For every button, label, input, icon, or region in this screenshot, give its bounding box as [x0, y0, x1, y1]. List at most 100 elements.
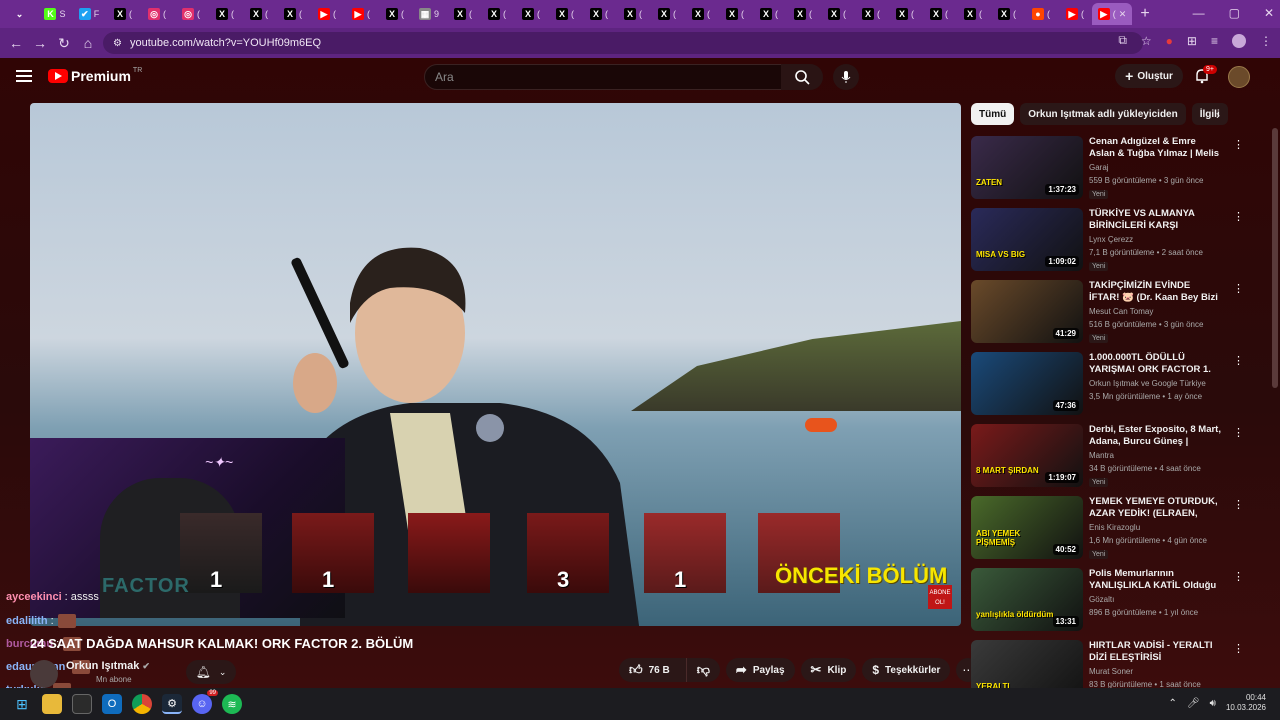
browser-tab[interactable]: ▦ 9 [412, 3, 446, 25]
steam-icon[interactable]: ⚙ [162, 694, 182, 714]
browser-tab[interactable]: X( [276, 3, 310, 25]
browser-tab[interactable]: ◎( [174, 3, 208, 25]
voice-search-button[interactable] [833, 64, 859, 90]
close-window-icon[interactable]: ✕ [1264, 6, 1274, 20]
browser-tab[interactable]: ▶( [310, 3, 344, 25]
filter-chip[interactable]: Orkun Işıtmak adlı yükleyiciden [1020, 103, 1186, 125]
browser-tab[interactable]: X( [582, 3, 616, 25]
browser-tab[interactable]: KS [38, 3, 72, 25]
recommended-title[interactable]: HIRTLAR VADİSİ - YERALTI DİZİ ELEŞTİRİSİ [1089, 640, 1221, 664]
menu-icon[interactable] [16, 70, 32, 82]
bookmark-star-icon[interactable]: ☆ [1141, 34, 1152, 48]
browser-tab[interactable]: X( [616, 3, 650, 25]
browser-tab[interactable]: X( [378, 3, 412, 25]
browser-tab[interactable]: ⌄ [4, 3, 38, 25]
browser-tab[interactable]: X( [922, 3, 956, 25]
address-bar[interactable]: ⚙ youtube.com/watch?v=YOUHf09m6EQ [103, 32, 1143, 54]
forward-icon[interactable]: → [28, 35, 52, 51]
profile-icon[interactable] [1232, 33, 1246, 48]
chrome-icon[interactable] [132, 694, 152, 714]
recommended-video[interactable]: 41:29 TAKİPÇİMİZİN EVİNDE İFTAR! 🐷 (Dr. K… [971, 280, 1251, 346]
video-player[interactable]: ~✦~ 1 1 3 1 FACTOR ÖNCEKİ BÖLÜM ABONE OL… [30, 103, 961, 626]
back-icon[interactable]: ← [4, 35, 28, 51]
page-scrollbar[interactable] [1272, 128, 1278, 388]
new-tab-button[interactable]: + [1132, 5, 1158, 23]
recommended-channel[interactable]: Mesut Can Tomay [1089, 307, 1153, 316]
recommended-channel[interactable]: Mantra [1089, 451, 1114, 460]
channel-name[interactable]: Orkun Işıtmak ✔ [66, 660, 150, 672]
browser-tab[interactable]: ◎( [140, 3, 174, 25]
browser-tab[interactable]: X( [888, 3, 922, 25]
more-options-icon[interactable]: ⋮ [1233, 570, 1244, 583]
puzzle-icon[interactable]: ⊞ [1187, 34, 1197, 48]
store-icon[interactable] [72, 694, 92, 714]
file-explorer-icon[interactable] [42, 694, 62, 714]
more-options-icon[interactable]: ⋮ [1233, 642, 1244, 655]
subscribe-overlay-badge[interactable]: ABONE OL! [928, 585, 952, 609]
recommended-channel[interactable]: Lynx Çerezz [1089, 235, 1133, 244]
browser-tab[interactable]: X( [718, 3, 752, 25]
clip-button[interactable]: ✂ Klip [800, 658, 857, 682]
recommended-channel[interactable]: Orkun Işıtmak ve Google Türkiye [1089, 379, 1206, 388]
windows-start-icon[interactable]: ⊞ [12, 694, 32, 714]
recommended-title[interactable]: TÜRKİYE VS ALMANYA BİRİNCİLERİ KARŞI KAR… [1089, 208, 1221, 232]
recommended-title[interactable]: Derbi, Ester Exposito, 8 Mart, Adana, Bu… [1089, 424, 1221, 448]
browser-tab[interactable]: X( [650, 3, 684, 25]
youtube-logo[interactable]: Premium TR [48, 67, 142, 84]
browser-tab[interactable]: ✔ F [72, 3, 106, 25]
browser-tab[interactable]: X( [242, 3, 276, 25]
recommended-title[interactable]: YEMEK YEMEYE OTURDUK, AZAR YEDİK! (ELRAE… [1089, 496, 1221, 520]
share-button[interactable]: ➦ Paylaş [725, 658, 795, 682]
extension-icon[interactable]: ● [1166, 34, 1173, 48]
video-thumbnail[interactable]: 47:36 [971, 352, 1083, 415]
discord-icon[interactable]: ☺ 99 [192, 690, 218, 714]
chevron-up-icon[interactable]: ⌃ [1169, 698, 1177, 709]
browser-tab[interactable]: X( [514, 3, 548, 25]
clock[interactable]: 00:44 10.03.2026 [1226, 693, 1266, 713]
more-options-icon[interactable]: ⋮ [1233, 354, 1244, 367]
more-options-icon[interactable]: ⋮ [1233, 210, 1244, 223]
recommended-channel[interactable]: Gözaltı [1089, 595, 1114, 604]
close-tab-icon[interactable]: ✕ [1119, 9, 1127, 20]
video-thumbnail[interactable]: ABI YEMEK PİŞMEMİŞ 40:52 [971, 496, 1083, 559]
browser-tab[interactable]: ▶( [1058, 3, 1092, 25]
browser-tab[interactable]: X( [990, 3, 1024, 25]
menu-kebab-icon[interactable]: ⋮ [1260, 34, 1272, 48]
thanks-button[interactable]: $ Teşekkürler [862, 658, 951, 682]
like-button[interactable]: 👍︎ 76 B [619, 658, 680, 682]
search-input[interactable]: Ara [424, 64, 782, 90]
browser-tab[interactable]: ●( [1024, 3, 1058, 25]
filter-chip[interactable]: Tümü [971, 103, 1015, 125]
more-options-icon[interactable]: ⋮ [1233, 138, 1244, 151]
recommended-title[interactable]: TAKİPÇİMİZİN EVİNDE İFTAR! 🐷 (Dr. Kaan B… [1089, 280, 1221, 304]
media-icon[interactable]: ≡ [1211, 34, 1218, 48]
more-options-icon[interactable]: ⋮ [1233, 426, 1244, 439]
more-options-icon[interactable]: ⋮ [1233, 282, 1244, 295]
recommended-video[interactable]: ZATEN 1:37:23 Cenan Adıgüzel & Emre Aslan … [971, 136, 1251, 202]
reload-icon[interactable]: ↻ [52, 35, 76, 52]
browser-tab[interactable]: ▶( [344, 3, 378, 25]
browser-tab[interactable]: X( [480, 3, 514, 25]
search-button[interactable] [781, 64, 823, 90]
subscribed-notification-button[interactable]: 🔔︎ ⌄ [186, 660, 236, 684]
browser-tab[interactable]: X( [786, 3, 820, 25]
video-thumbnail[interactable]: 8 MART ŞIRDAN 1:19:07 [971, 424, 1083, 487]
site-info-icon[interactable]: ⚙ [113, 38, 122, 49]
video-thumbnail[interactable]: ZATEN 1:37:23 [971, 136, 1083, 199]
spotify-icon[interactable]: ≋ [222, 694, 242, 714]
outlook-icon[interactable]: O [102, 694, 122, 714]
browser-tab[interactable]: X( [752, 3, 786, 25]
minimize-icon[interactable]: — [1193, 6, 1205, 20]
chevron-right-icon[interactable]: › [1216, 108, 1220, 122]
more-options-icon[interactable]: ⋮ [1233, 498, 1244, 511]
recommended-video[interactable]: yanlışlıkla öldürdüm 13:31 Polis Memurları… [971, 568, 1251, 634]
video-thumbnail[interactable]: YERALTI24:18 [971, 640, 1083, 688]
recommended-video[interactable]: YERALTI24:18HIRTLAR VADİSİ - YERALTI DİZ… [971, 640, 1251, 688]
video-thumbnail[interactable]: MISA VS BIG 1:09:02 [971, 208, 1083, 271]
recommended-video[interactable]: ABI YEMEK PİŞMEMİŞ 40:52 YEMEK YEMEYE OTUR… [971, 496, 1251, 562]
recommended-video[interactable]: 47:36 1.000.000TL ÖDÜLLÜ YARIŞMA! ORK FAC… [971, 352, 1251, 418]
install-app-icon[interactable]: ⧉ [1118, 33, 1127, 48]
filter-chip[interactable]: İlgili [1191, 103, 1228, 125]
maximize-icon[interactable]: ▢ [1229, 6, 1240, 20]
recommended-channel[interactable]: Garaj [1089, 163, 1109, 172]
